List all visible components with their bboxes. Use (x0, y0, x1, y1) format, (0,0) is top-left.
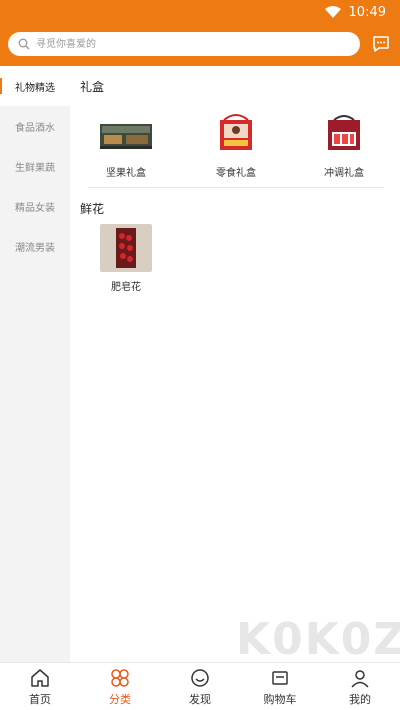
sidebar-item-mens-wear[interactable]: 潮流男装 (0, 226, 70, 266)
header: 10:49 (0, 0, 400, 66)
message-icon[interactable] (372, 35, 390, 53)
status-bar: 10:49 (0, 0, 400, 24)
sidebar-item-label: 生鲜果蔬 (15, 162, 55, 174)
tab-cart[interactable]: 购物车 (240, 663, 320, 710)
search-box[interactable] (8, 32, 360, 56)
sidebar-item-womens-wear[interactable]: 精品女装 (0, 186, 70, 226)
sidebar-item-label: 精品女装 (15, 202, 55, 214)
sidebar-item-label: 食品酒水 (15, 122, 55, 134)
status-time: 10:49 (348, 4, 386, 20)
tab-discover[interactable]: 发现 (160, 663, 240, 710)
bottom-tab-bar: 首页 分类 发现 购物车 我的 (0, 662, 400, 710)
tab-profile[interactable]: 我的 (320, 663, 400, 710)
home-icon (31, 668, 49, 687)
search-icon (18, 38, 30, 50)
product-name: 肥皂花 (111, 282, 141, 293)
sidebar-item-label: 潮流男装 (15, 242, 55, 254)
profile-icon (351, 669, 369, 688)
product-image (100, 224, 152, 272)
search-row (0, 24, 400, 64)
tab-label: 发现 (189, 692, 211, 706)
product-name: 冲调礼盒 (324, 168, 364, 179)
wifi-icon (324, 6, 341, 18)
cart-icon (272, 670, 288, 685)
product-name: 零食礼盒 (216, 168, 256, 179)
product-snack-gift-box[interactable]: 零食礼盒 (199, 110, 273, 179)
sidebar-item-food-drinks[interactable]: 食品酒水 (0, 106, 70, 146)
watermark: K0K0Z (236, 614, 400, 665)
product-name: 坚果礼盒 (106, 168, 146, 179)
section-title-flowers: 鲜花 (80, 202, 105, 216)
section-divider (88, 187, 384, 188)
category-sidebar: 礼物精选 食品酒水 生鲜果蔬 精品女装 潮流男装 (0, 66, 70, 662)
tab-label: 我的 (349, 692, 371, 706)
tab-home[interactable]: 首页 (0, 663, 80, 710)
product-nut-gift-box[interactable]: 坚果礼盒 (89, 110, 163, 179)
sidebar-item-fresh-produce[interactable]: 生鲜果蔬 (0, 146, 70, 186)
tab-category[interactable]: 分类 (80, 663, 160, 710)
discover-icon (191, 668, 209, 687)
search-input[interactable] (36, 34, 360, 54)
tab-label: 购物车 (263, 692, 297, 706)
tab-label: 分类 (109, 692, 131, 706)
product-image (318, 110, 370, 158)
product-drink-gift-box[interactable]: 冲调礼盒 (307, 110, 381, 179)
category-content: 礼盒 坚果礼盒 零食礼盒 冲调礼盒 鲜花 肥皂花 (70, 66, 400, 662)
product-soap-flower[interactable]: 肥皂花 (89, 224, 163, 293)
section-title-gift-box: 礼盒 (80, 80, 105, 94)
sidebar-item-label: 礼物精选 (15, 82, 55, 94)
product-image (100, 110, 152, 158)
tab-label: 首页 (29, 692, 51, 706)
product-image (210, 110, 262, 158)
sidebar-item-gifts[interactable]: 礼物精选 (0, 66, 70, 106)
category-icon (111, 668, 129, 687)
